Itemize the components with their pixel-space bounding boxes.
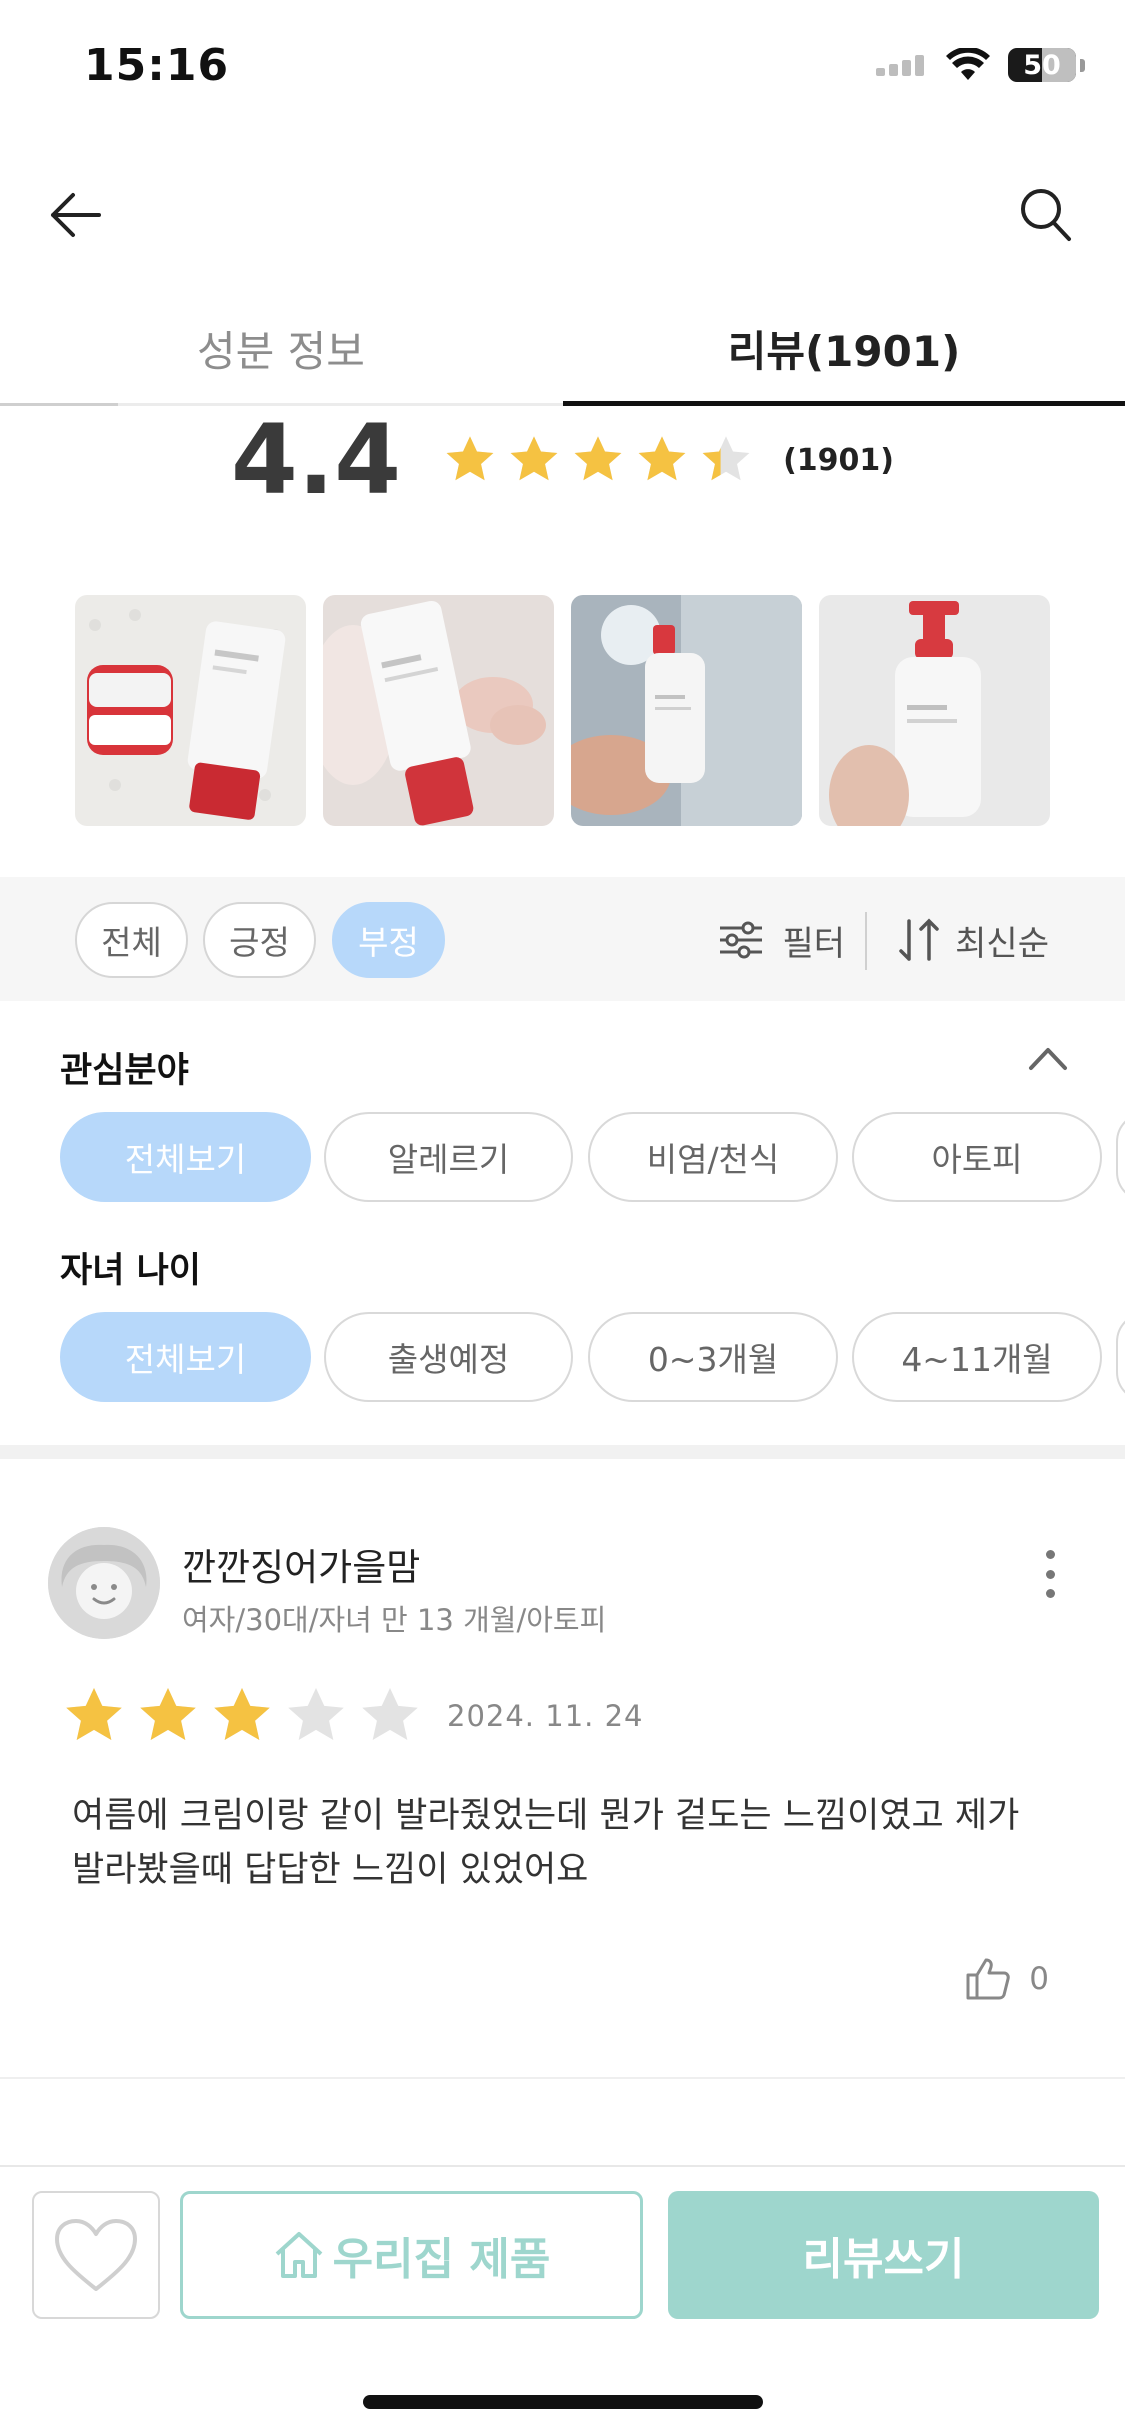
review-photo[interactable] <box>323 595 554 826</box>
age-option-expecting[interactable]: 출생예정 <box>324 1312 573 1402</box>
rating-score: 4.4 <box>231 404 402 516</box>
chip-positive[interactable]: 긍정 <box>203 902 316 978</box>
sliders-icon <box>720 921 763 959</box>
status-icons: 50 <box>876 48 1085 82</box>
status-bar: 15:16 50 <box>0 0 1125 140</box>
age-option-all[interactable]: 전체보기 <box>60 1312 311 1402</box>
review-photo[interactable] <box>571 595 802 826</box>
rating-count: (1901) <box>783 442 894 478</box>
star-full-icon <box>574 436 622 481</box>
product-photo-lotion-tube-with-baby-icon <box>323 595 554 826</box>
review-card: 깐깐징어가을맘 여자/30대/자녀 만 13 개월/아토피 2024. 11. … <box>0 1459 1125 2079</box>
filter-button[interactable]: 필터 <box>718 902 845 978</box>
tab-scroll-indicator <box>0 403 118 406</box>
star-full-icon <box>214 1688 270 1740</box>
chip-all[interactable]: 전체 <box>75 902 188 978</box>
product-photo-pump-bottle-in-bath-icon <box>571 595 802 826</box>
review-photo-strip <box>75 595 1050 826</box>
sentiment-filter-bar: 전체 긍정 부정 필터 최신순 <box>0 877 1125 1001</box>
age-option-more[interactable] <box>1116 1312 1125 1402</box>
thumbs-up-icon <box>966 1958 1011 2000</box>
star-full-icon <box>446 436 494 481</box>
wishlist-button[interactable] <box>32 2191 160 2319</box>
product-photo-cream-jar-and-tube-icon <box>75 595 306 826</box>
sort-label: 최신순 <box>955 923 1049 964</box>
product-photo-pump-bottle-in-hand-icon <box>819 595 1050 826</box>
tab-reviews[interactable]: 리뷰(1901) <box>563 290 1125 406</box>
age-option-4-11-months[interactable]: 4~11개월 <box>852 1312 1102 1402</box>
sort-arrows-icon <box>899 918 939 961</box>
more-dot <box>1045 1589 1055 1598</box>
my-home-products-button[interactable]: 우리집 제품 <box>180 2191 643 2319</box>
star-full-icon <box>510 436 558 481</box>
review-text: 여름에 크림이랑 같이 발라줬었는데 뭔가 겉도는 느낌이였고 제가 발라봤을때… <box>72 1796 1020 1890</box>
default-avatar-icon <box>48 1527 160 1639</box>
interest-option-more[interactable] <box>1116 1112 1125 1202</box>
interest-option-rhinitis-asthma[interactable]: 비염/천식 <box>588 1112 838 1202</box>
review-stars <box>62 1684 422 1748</box>
collapse-button[interactable] <box>1023 1040 1073 1076</box>
home-button-label: 우리집 제품 <box>332 2234 551 2285</box>
rating-stars <box>443 433 753 487</box>
battery-tip <box>1080 58 1085 72</box>
interest-option-allergy[interactable]: 알레르기 <box>324 1112 573 1202</box>
star-empty-icon <box>362 1688 418 1740</box>
chevron-up-icon <box>1029 1048 1067 1070</box>
battery-level: 50 <box>1023 49 1061 81</box>
child-age-section-title: 자녀 나이 <box>60 1251 201 1291</box>
divider <box>865 912 867 970</box>
more-dot <box>1045 1550 1055 1559</box>
active-tab-indicator <box>563 401 1125 406</box>
review-photo[interactable] <box>819 595 1050 826</box>
battery-icon: 50 <box>1008 48 1076 82</box>
age-option-0-3-months[interactable]: 0~3개월 <box>588 1312 838 1402</box>
filter-label: 필터 <box>782 923 845 964</box>
section-divider <box>0 1445 1125 1459</box>
star-partial-icon <box>702 436 750 481</box>
like-button[interactable]: 0 <box>965 1957 1049 2001</box>
reviewer-name: 깐깐징어가을맘 <box>182 1546 421 1589</box>
rating-summary: 4.4 (1901) <box>0 410 1125 510</box>
sort-button[interactable]: 최신순 <box>897 902 1049 978</box>
reviewer-meta: 여자/30대/자녀 만 13 개월/아토피 <box>182 1603 607 1637</box>
heart-icon <box>55 2219 137 2291</box>
write-review-button[interactable]: 리뷰쓰기 <box>668 2191 1099 2319</box>
chip-negative[interactable]: 부정 <box>332 902 445 978</box>
interest-option-atopy[interactable]: 아토피 <box>852 1112 1102 1202</box>
search-icon <box>1021 189 1071 241</box>
interest-option-all[interactable]: 전체보기 <box>60 1112 311 1202</box>
wifi-icon <box>946 48 990 80</box>
arrow-left-icon <box>51 193 101 237</box>
review-photo[interactable] <box>75 595 306 826</box>
more-dot <box>1045 1569 1055 1579</box>
nav-bar <box>0 160 1125 260</box>
tab-ingredients[interactable]: 성분 정보 <box>0 290 562 406</box>
tab-bar: 성분 정보 리뷰(1901) <box>0 290 1125 406</box>
home-icon <box>275 2232 322 2278</box>
status-time: 15:16 <box>84 40 230 91</box>
cellular-signal-icon <box>876 55 924 76</box>
interest-section-title: 관심분야 <box>60 1051 189 1091</box>
search-button[interactable] <box>1011 180 1081 250</box>
home-indicator <box>363 2395 763 2409</box>
star-full-icon <box>638 436 686 481</box>
star-full-icon <box>66 1688 122 1740</box>
star-full-icon <box>140 1688 196 1740</box>
back-button[interactable] <box>40 180 110 250</box>
avatar <box>48 1527 160 1639</box>
star-empty-icon <box>288 1688 344 1740</box>
more-options-button[interactable] <box>1035 1544 1065 1604</box>
like-count: 0 <box>1029 1961 1049 1997</box>
review-date: 2024. 11. 24 <box>447 1699 644 1733</box>
